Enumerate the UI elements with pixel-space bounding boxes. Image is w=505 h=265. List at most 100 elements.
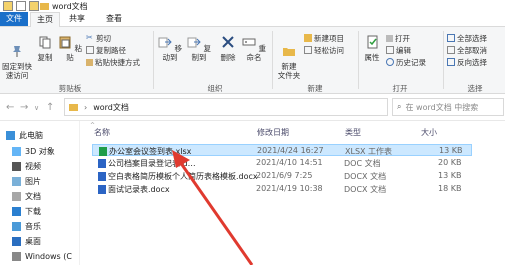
- table-row[interactable]: 面试记录表.docx 2021/4/19 10:38 DOCX 文档 18 KB: [92, 183, 472, 195]
- open-group-label: 打开: [392, 84, 408, 93]
- breadcrumb-chevron-icon[interactable]: ›: [84, 103, 87, 112]
- file-type: DOCX 文档: [344, 172, 387, 181]
- recent-locations-icon[interactable]: ∨: [34, 104, 39, 112]
- pin-icon: [13, 46, 21, 57]
- tab-home[interactable]: 主页: [30, 12, 60, 27]
- column-header-date[interactable]: 修改日期: [257, 127, 289, 138]
- easy-access-label: 轻松访问: [314, 45, 344, 55]
- shortcut-icon: [86, 58, 93, 66]
- new-group-label: 新建: [307, 84, 323, 93]
- window-title: word文档: [40, 1, 88, 12]
- docx-file-icon: [98, 172, 106, 181]
- checkbox-icon[interactable]: [16, 1, 26, 11]
- title-bar: word文档: [0, 0, 505, 12]
- search-input[interactable]: ⌕ 在 word文档 中搜索: [392, 98, 504, 116]
- music-icon: [12, 221, 21, 231]
- new-folder-label: 新建 文件夹: [277, 62, 301, 80]
- tab-view[interactable]: 查看: [100, 12, 128, 26]
- document-icon: [12, 191, 21, 201]
- paste-shortcut-label: 粘贴快捷方式: [95, 57, 140, 67]
- copy-path-button[interactable]: 复制路径: [86, 45, 126, 55]
- rename-button[interactable]: 重命名: [241, 35, 267, 62]
- move-to-button[interactable]: 移动到: [157, 35, 183, 62]
- file-date: 2021/6/9 7:25: [256, 171, 313, 180]
- copy-path-label: 复制路径: [96, 45, 126, 55]
- column-header-type[interactable]: 类型: [345, 127, 361, 138]
- docx-file-icon: [98, 185, 106, 194]
- properties-button[interactable]: 属性: [361, 35, 383, 62]
- paste-icon: [59, 36, 71, 49]
- file-type: XLSX 工作表: [345, 147, 393, 156]
- new-item-button[interactable]: 新建项目: [304, 33, 344, 43]
- open-label: 打开: [395, 33, 410, 43]
- table-row[interactable]: 公司档案目录登记表.d… 2021/4/10 14:51 DOC 文档 20 K…: [92, 157, 472, 169]
- cut-button[interactable]: ✂ 剪切: [86, 33, 111, 43]
- back-arrow-icon[interactable]: ←: [6, 102, 14, 113]
- copy-to-button[interactable]: 复制到: [186, 35, 212, 62]
- history-button[interactable]: 历史记录: [386, 57, 426, 67]
- scissors-icon: ✂: [86, 33, 93, 42]
- properties-label: 属性: [364, 53, 380, 62]
- file-type: DOC 文档: [344, 159, 381, 168]
- file-date: 2021/4/24 16:27: [257, 146, 324, 155]
- search-icon: ⌕: [397, 102, 402, 111]
- sort-chevron-icon: ^: [90, 122, 96, 129]
- pin-quick-access-label: 固定到快 速访问: [2, 62, 32, 80]
- copy-button[interactable]: 复制: [34, 35, 56, 62]
- copy-label: 复制: [37, 53, 53, 62]
- tab-file[interactable]: 文件: [0, 12, 28, 26]
- column-header-name[interactable]: 名称: [94, 127, 110, 138]
- folder-icon[interactable]: [3, 1, 13, 11]
- search-placeholder: 在 word文档 中搜索: [405, 102, 479, 112]
- nav-item-downloads[interactable]: 下载: [12, 205, 41, 217]
- table-row[interactable]: 办公室会议签到表.xlsx 2021/4/24 16:27 XLSX 工作表 1…: [92, 144, 472, 156]
- invert-selection-label: 反向选择: [457, 57, 487, 67]
- file-date: 2021/4/10 14:51: [256, 158, 323, 167]
- folder-icon[interactable]: [29, 1, 39, 11]
- select-none-label: 全部取消: [457, 45, 487, 55]
- file-size: 13 KB: [438, 171, 462, 180]
- easy-access-button[interactable]: 轻松访问: [304, 45, 344, 55]
- delete-icon: [222, 36, 234, 48]
- paste-button[interactable]: 粘贴: [58, 35, 82, 62]
- up-arrow-icon[interactable]: ↑: [46, 102, 54, 113]
- column-header-size[interactable]: 大小: [421, 127, 437, 138]
- file-size: 13 KB: [439, 146, 463, 155]
- doc-file-icon: [98, 159, 106, 168]
- nav-item-documents[interactable]: 文档: [12, 190, 41, 202]
- nav-item-pictures[interactable]: 图片: [12, 175, 41, 187]
- select-all-button[interactable]: 全部选择: [447, 33, 487, 43]
- paste-shortcut-button[interactable]: 粘贴快捷方式: [86, 57, 140, 67]
- new-folder-button[interactable]: 新建 文件夹: [276, 35, 302, 80]
- address-box[interactable]: › word文档: [64, 98, 388, 116]
- nav-item-pc[interactable]: 此电脑: [6, 129, 43, 141]
- nav-item-3d-objects[interactable]: 3D 对象: [12, 145, 55, 157]
- edit-label: 编辑: [396, 45, 411, 55]
- move-icon: [158, 37, 172, 48]
- new-item-label: 新建项目: [314, 33, 344, 43]
- select-none-button[interactable]: 全部取消: [447, 45, 487, 55]
- nav-item-desktop[interactable]: 桌面: [12, 235, 41, 247]
- table-row[interactable]: 空白表格简历模板个人简历表格模板.docx 2021/6/9 7:25 DOCX…: [92, 170, 472, 182]
- pin-quick-access-button[interactable]: 固定到快 速访问: [2, 35, 32, 80]
- open-button[interactable]: 打开: [386, 33, 410, 43]
- invert-selection-button[interactable]: 反向选择: [447, 57, 487, 67]
- open-icon: [386, 34, 393, 42]
- nav-label: 音乐: [25, 221, 41, 231]
- cube-icon: [12, 146, 21, 156]
- tab-share[interactable]: 共享: [63, 12, 91, 26]
- desktop-icon: [12, 236, 21, 246]
- delete-button[interactable]: 删除: [217, 35, 239, 62]
- edit-button[interactable]: 编辑: [386, 45, 411, 55]
- nav-label: Windows (C: [25, 251, 72, 261]
- breadcrumb[interactable]: word文档: [93, 102, 129, 113]
- nav-label: 下载: [25, 206, 41, 216]
- forward-arrow-icon[interactable]: →: [20, 102, 28, 113]
- nav-item-music[interactable]: 音乐: [12, 220, 41, 232]
- nav-label: 文档: [25, 191, 41, 201]
- file-date: 2021/4/19 10:38: [256, 184, 323, 193]
- folder-icon: [40, 3, 49, 10]
- nav-item-drive-c[interactable]: Windows (C: [12, 250, 72, 262]
- nav-item-videos[interactable]: 视频: [12, 160, 41, 172]
- organize-group-label: 组织: [207, 84, 223, 93]
